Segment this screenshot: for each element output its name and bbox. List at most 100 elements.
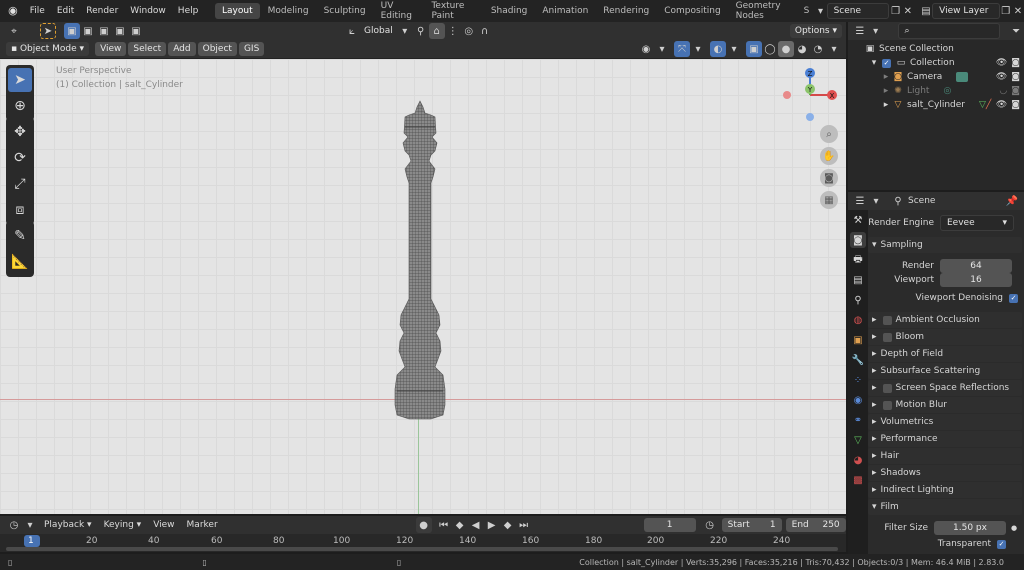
material-shading-icon[interactable]: ◕ [794,41,810,57]
transform-tool-icon[interactable]: ⧈ [8,198,32,222]
object-menu[interactable]: Object [197,42,237,56]
clock-icon[interactable]: ◷ [702,517,718,533]
scene-tab-icon[interactable]: ⚲ [850,292,866,308]
chevron-down-icon[interactable]: ▾ [868,193,884,209]
tab-modeling[interactable]: Modeling [261,3,316,19]
object-tab-icon[interactable]: ▣ [850,332,866,348]
neg-x-axis-icon[interactable] [783,91,791,99]
outliner-editor-icon[interactable]: ☰ [852,23,868,39]
ssr-checkbox[interactable] [882,383,892,393]
tab-rendering[interactable]: Rendering [596,3,656,19]
falloff-icon[interactable]: ∩ [477,23,493,39]
cursor-tool-icon[interactable]: ⊕ [8,94,32,118]
start-frame-field[interactable]: Start 1 [721,518,782,532]
mode-dropdown[interactable]: ▪ Object Mode ▾ [6,42,90,56]
xray-icon[interactable]: ▣ [746,41,762,57]
filter-icon[interactable]: ⏷ [1008,23,1024,39]
filter-view-icon[interactable]: ▾ [868,23,884,39]
wireframe-shading-icon[interactable]: ◯ [762,41,778,57]
expand-icon[interactable]: ▾ [868,57,880,69]
measure-tool-icon[interactable]: 📐 [8,250,32,274]
constraints-tab-icon[interactable]: ⚭ [850,412,866,428]
tab-texture-paint[interactable]: Texture Paint [424,0,482,24]
menu-render[interactable]: Render [80,6,124,16]
texture-tab-icon[interactable]: ▩ [850,472,866,488]
particles-tab-icon[interactable]: ⁘ [850,372,866,388]
current-frame-field[interactable]: 1 [643,518,696,532]
timeline-editor-icon[interactable]: ◷ [6,517,22,533]
view-layer-icon[interactable]: ▤ [920,3,932,19]
scale-tool-icon[interactable]: ⤢ [8,172,32,196]
expand-icon[interactable]: ▸ [880,85,892,97]
ortho-grid-icon[interactable]: ▦ [820,191,838,209]
render-engine-dropdown[interactable]: Eevee ▾ [940,215,1014,231]
playback-menu[interactable]: Playback ▾ [38,520,98,530]
outliner-search-input[interactable]: ⌕ [897,23,1001,39]
overlays-icon[interactable]: ◐ [710,41,726,57]
viewport-denoising-checkbox[interactable]: ✓ [1009,293,1018,303]
solid-shading-icon[interactable]: ● [778,41,794,57]
outliner-row-camera[interactable]: ▸ ◙ Camera 👁 ◙ [848,70,1024,84]
view-layer-tab-icon[interactable]: ▤ [850,272,866,288]
transform-orientation[interactable]: Global [364,26,393,36]
record-icon[interactable]: ● [415,517,432,533]
render-samples-field[interactable]: 64 [940,259,1012,273]
depth-of-field-panel[interactable]: ▸ Depth of Field [868,346,1022,362]
motion-blur-checkbox[interactable] [882,400,892,410]
neg-z-axis-icon[interactable] [806,113,814,121]
ambient-occlusion-checkbox[interactable] [882,315,892,325]
add-menu[interactable]: Add [168,42,196,56]
tab-sculpting[interactable]: Sculpting [317,3,373,19]
annotate-tool-icon[interactable]: ✎ [8,224,32,248]
select-tool-icon[interactable]: ➤ [40,23,56,39]
zoom-icon[interactable]: ⌕ [820,125,838,143]
eye-icon[interactable]: 👁 [996,58,1007,68]
rotate-tool-icon[interactable]: ⟳ [8,146,32,170]
gis-menu[interactable]: GIS [238,42,265,56]
viewport-samples-field[interactable]: 16 [940,273,1012,287]
select-invert-icon[interactable]: ▣ [112,23,128,39]
bloom-panel[interactable]: ▸ Bloom [868,329,1022,345]
bloom-checkbox[interactable] [882,332,892,342]
new-view-layer-icon[interactable]: ❐ [1000,3,1012,19]
chevron-down-icon[interactable]: ▾ [22,517,38,533]
keying-menu[interactable]: Keying ▾ [98,520,148,530]
shadows-panel[interactable]: ▸ Shadows [868,465,1022,481]
snap-icon[interactable]: ⌂ [428,23,445,39]
mesh-data-icon[interactable]: ▽ [979,100,986,110]
motion-blur-panel[interactable]: ▸ Motion Blur [868,397,1022,413]
options-button[interactable]: Options ▾ [789,24,842,38]
menu-edit[interactable]: Edit [51,6,80,16]
chevron-down-icon[interactable]: ▾ [654,41,670,57]
tab-uv-editing[interactable]: UV Editing [374,0,424,24]
render-camera-icon[interactable]: ◙ [1011,100,1020,110]
camera-view-icon[interactable]: ◙ [820,169,838,187]
chevron-down-icon[interactable]: ▾ [826,41,842,57]
outliner-row-collection[interactable]: ▾ ✓ ▭ Collection 👁 ◙ [848,56,1024,70]
transparent-checkbox[interactable]: ✓ [997,539,1006,549]
eye-icon[interactable]: 👁 [996,72,1007,82]
scene-field[interactable]: Scene [826,3,890,19]
blender-logo-icon[interactable]: ◉ [6,4,20,18]
collection-include-checkbox[interactable]: ✓ [882,58,891,68]
view-layer-field[interactable]: View Layer [932,3,1000,19]
timeline-scrollbar[interactable] [6,547,838,551]
visibility-icon[interactable]: ◉ [638,41,654,57]
next-keyframe-icon[interactable]: ◆ [500,517,516,533]
eye-icon[interactable]: 👁 [996,100,1007,110]
play-reverse-icon[interactable]: ◀ [468,517,484,533]
play-icon[interactable]: ▶ [484,517,500,533]
eye-hidden-icon[interactable]: ◡ [999,86,1007,96]
jump-end-icon[interactable]: ⏭ [516,517,532,533]
tab-shading[interactable]: Shading [484,3,535,19]
light-data-icon[interactable]: ◎ [943,86,951,96]
select-intersect-icon[interactable]: ▣ [128,23,144,39]
data-tab-icon[interactable]: ▽ [850,432,866,448]
world-tab-icon[interactable]: ◍ [850,312,866,328]
menu-help[interactable]: Help [172,6,205,16]
physics-tab-icon[interactable]: ◉ [850,392,866,408]
delete-scene-icon[interactable]: ✕ [902,3,914,19]
jump-start-icon[interactable]: ⏮ [436,517,452,533]
move-tool-icon[interactable]: ✥ [8,120,32,144]
gizmo-icon[interactable]: ⤧ [674,41,690,57]
